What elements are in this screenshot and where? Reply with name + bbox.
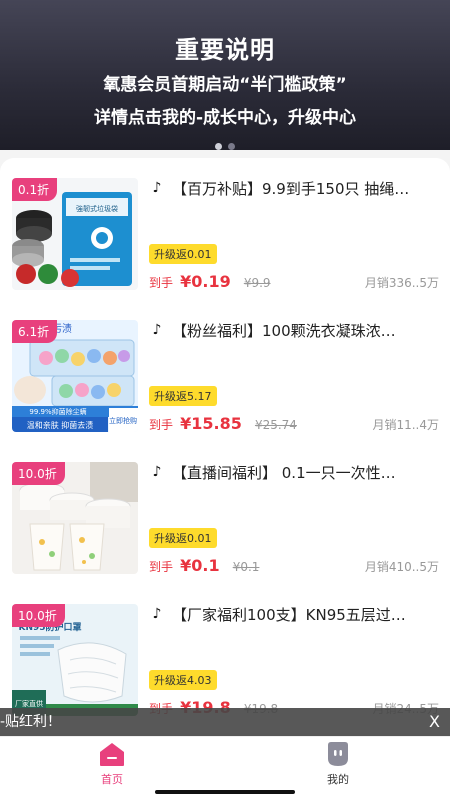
carousel-dot [215, 143, 222, 150]
product-image: 10.0折 [12, 462, 138, 574]
rebate-badge: 升级返5.17 [149, 386, 217, 406]
tab-home[interactable]: 首页 [72, 741, 152, 787]
product-image-text: 強韌式垃圾袋 [76, 204, 118, 213]
price-row: 到手 ¥0.19 ¥9.9 月销336..5万 [149, 272, 439, 292]
product-image: KN95防护口罩 厂家直供 10.0折 [12, 604, 138, 716]
original-price: ¥9.9 [243, 276, 271, 290]
price-label: 到手 [149, 560, 174, 574]
original-price: ¥25.74 [254, 418, 297, 432]
banner-line-1: 氧惠会员首期启动“半门槛政策” [103, 75, 347, 95]
discount-badge: 10.0折 [12, 462, 65, 485]
product-item[interactable]: 強韌式垃圾袋 0.1折 ♪ 【百万补贴】9.9到手150只 抽绳… 升级返0.0… [0, 158, 450, 300]
marquee-toast[interactable]: -贴红利！ X [0, 708, 450, 736]
product-image-text: 厂家直供 [15, 699, 43, 708]
price-row: 到手 ¥15.85 ¥25.74 月销11..4万 [149, 414, 439, 434]
product-title: 【百万补贴】9.9到手150只 抽绳… [172, 180, 410, 198]
price-label: 到手 [149, 276, 174, 290]
discount-badge: 6.1折 [12, 320, 58, 343]
douyin-icon: ♪ [152, 606, 162, 622]
discount-badge: 0.1折 [12, 178, 58, 201]
toast-text: -贴红利！ [0, 714, 62, 730]
profile-icon [328, 742, 348, 766]
douyin-icon: ♪ [152, 180, 162, 196]
product-title: 【直播间福利】 0.1一只一次性… [172, 464, 396, 482]
carousel-indicator [0, 135, 450, 154]
product-image-text: 立即抢购 [109, 416, 137, 425]
product-image: 污渍 99.9%抑菌除尘螨 温和亲肤 抑菌去渍 立即抢购 6.1折 [12, 320, 138, 432]
price-row: 到手 ¥0.1 ¥0.1 月销410..5万 [149, 556, 439, 576]
douyin-icon: ♪ [152, 464, 162, 480]
product-item[interactable]: 10.0折 ♪ 【直播间福利】 0.1一只一次性… 升级返0.01 到手 ¥0.… [0, 442, 450, 584]
monthly-sales: 月销410..5万 [364, 560, 439, 574]
original-price: ¥0.1 [232, 560, 260, 574]
tab-mine-label: 我的 [327, 773, 349, 786]
banner-title: 重要说明 [175, 36, 275, 64]
product-item[interactable]: 污渍 99.9%抑菌除尘螨 温和亲肤 抑菌去渍 立即抢购 6.1折 ♪ 【粉丝福… [0, 300, 450, 442]
monthly-sales: 月销336..5万 [364, 276, 439, 290]
product-title: 【粉丝福利】100颗洗衣凝珠浓… [172, 322, 396, 340]
discount-badge: 10.0折 [12, 604, 65, 627]
close-icon[interactable]: X [429, 708, 440, 736]
price-value: ¥15.85 [180, 414, 242, 433]
price-value: ¥0.1 [180, 556, 220, 575]
notice-banner[interactable]: 重要说明 氧惠会员首期启动“半门槛政策” 详情点击我的-成长中心，升级中心 [0, 0, 450, 150]
product-image-text: 温和亲肤 抑菌去渍 [27, 420, 94, 430]
monthly-sales: 月销11..4万 [372, 418, 439, 432]
tab-mine[interactable]: 我的 [298, 741, 378, 787]
product-image-text: 99.9%抑菌除尘螨 [29, 407, 86, 416]
product-list: 強韌式垃圾袋 0.1折 ♪ 【百万补贴】9.9到手150只 抽绳… 升级返0.0… [0, 158, 450, 733]
price-label: 到手 [149, 418, 174, 432]
rebate-badge: 升级返4.03 [149, 670, 217, 690]
product-image: 強韌式垃圾袋 0.1折 [12, 178, 138, 290]
home-indicator [155, 790, 295, 794]
tab-home-label: 首页 [101, 773, 123, 786]
douyin-icon: ♪ [152, 322, 162, 338]
price-value: ¥0.19 [180, 272, 231, 291]
product-item[interactable]: KN95防护口罩 厂家直供 10.0折 ♪ 【厂家福利100支】KN95五层过…… [0, 584, 450, 726]
rebate-badge: 升级返0.01 [149, 244, 217, 264]
home-icon [100, 743, 124, 766]
carousel-dot [228, 143, 235, 150]
product-title: 【厂家福利100支】KN95五层过… [172, 606, 406, 624]
banner-line-2: 详情点击我的-成长中心，升级中心 [93, 108, 357, 128]
rebate-badge: 升级返0.01 [149, 528, 217, 548]
